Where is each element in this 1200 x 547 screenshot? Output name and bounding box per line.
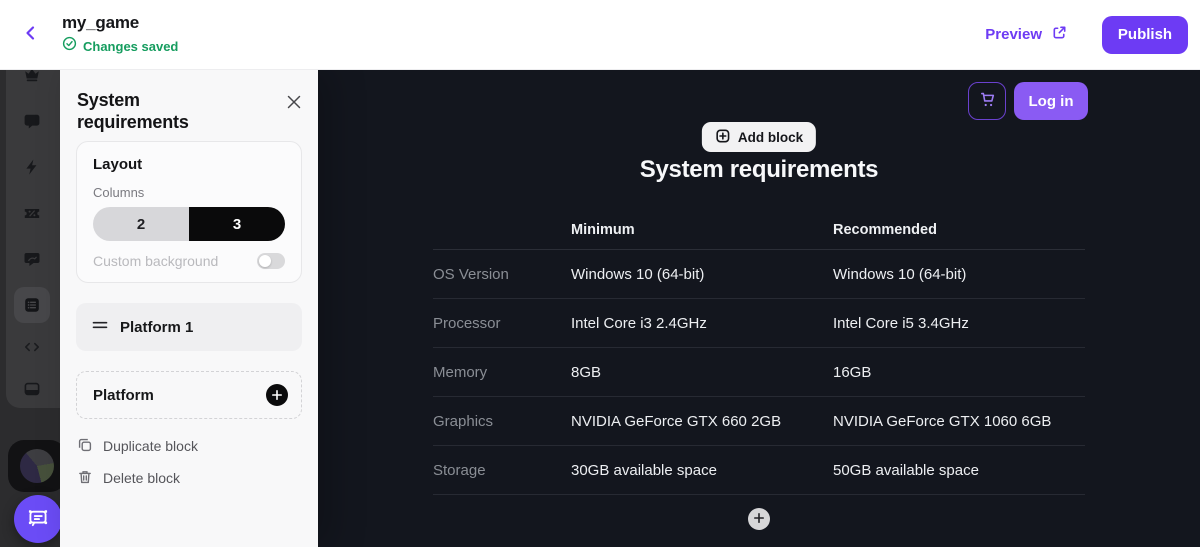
boost-icon: [23, 158, 41, 176]
table-row-memory: Memory 8GB 16GB: [433, 348, 1085, 397]
column-header-minimum: Minimum: [571, 222, 833, 238]
sidebar-item-blocks[interactable]: [14, 287, 50, 323]
chevron-left-icon: [22, 24, 40, 45]
panel-title: System requirements: [77, 89, 237, 133]
custom-background-label: Custom background: [93, 253, 218, 269]
columns-option-3-selected[interactable]: 3: [189, 207, 285, 241]
columns-segmented-control: 2 3: [93, 207, 285, 241]
user-avatar-box[interactable]: [8, 440, 60, 492]
embed-code-icon: [23, 338, 41, 356]
add-platform-label: Platform: [93, 387, 154, 404]
table-row-storage: Storage 30GB available space 50GB availa…: [433, 446, 1085, 495]
requirements-table: Minimum Recommended OS Version Windows 1…: [433, 210, 1085, 495]
sidebar-item-coupons[interactable]: [14, 195, 50, 231]
toggle-knob: [259, 255, 271, 267]
game-page-preview: Log in Add block System requirements Min…: [318, 70, 1200, 547]
row-label: Storage: [433, 462, 571, 479]
table-row-processor: Processor Intel Core i3 2.4GHz Intel Cor…: [433, 299, 1085, 348]
table-row-graphics: Graphics NVIDIA GeForce GTX 660 2GB NVID…: [433, 397, 1085, 446]
editor-window: my_game Changes saved Preview Publish: [0, 0, 1200, 547]
save-status-label: Changes saved: [83, 39, 178, 54]
sidebar-item-comments[interactable]: [14, 241, 50, 277]
sidebar-item-boost[interactable]: [14, 149, 50, 185]
row-label: Graphics: [433, 413, 571, 430]
page-title: my_game: [62, 13, 178, 33]
external-link-icon: [1051, 24, 1068, 45]
columns-option-2[interactable]: 2: [93, 207, 189, 241]
top-bar-actions: Preview Publish: [985, 16, 1188, 54]
comments-icon: [23, 250, 41, 268]
custom-background-row: Custom background: [93, 253, 285, 269]
row-recommended-value: NVIDIA GeForce GTX 1060 6GB: [833, 413, 1085, 430]
pages-icon: [23, 380, 41, 398]
close-panel-button[interactable]: [282, 91, 306, 115]
table-row-os-version: OS Version Windows 10 (64-bit) Windows 1…: [433, 250, 1085, 299]
settings-panel: System requirements Layout Columns 2 3 C…: [60, 70, 318, 547]
close-icon: [284, 92, 304, 115]
delete-block-button[interactable]: Delete block: [77, 467, 180, 489]
section-heading: System requirements: [318, 156, 1200, 184]
publish-button[interactable]: Publish: [1102, 16, 1188, 54]
plus-icon: [266, 384, 288, 406]
row-minimum-value: NVIDIA GeForce GTX 660 2GB: [571, 413, 833, 430]
row-recommended-value: Intel Core i5 3.4GHz: [833, 315, 1085, 332]
platform-item-label: Platform 1: [120, 319, 193, 336]
preview-label: Preview: [985, 26, 1042, 43]
row-recommended-value: 16GB: [833, 364, 1085, 381]
blocks-icon: [23, 296, 41, 314]
row-minimum-value: Windows 10 (64-bit): [571, 266, 833, 283]
shop-icon: [23, 70, 41, 84]
sidebar-item-pages[interactable]: [14, 371, 50, 407]
plus-square-icon: [715, 128, 731, 147]
custom-background-toggle[interactable]: [257, 253, 285, 269]
save-status: Changes saved: [62, 36, 178, 56]
sidebar-rail: [0, 70, 60, 547]
sidebar-item-chat[interactable]: [14, 103, 50, 139]
ticket-icon: [23, 204, 41, 222]
add-block-button[interactable]: Add block: [702, 122, 816, 152]
cart-button[interactable]: [968, 82, 1006, 120]
duplicate-block-label: Duplicate block: [103, 438, 198, 454]
column-header-recommended: Recommended: [833, 222, 1085, 238]
duplicate-icon: [77, 437, 93, 456]
add-block-label: Add block: [738, 130, 803, 145]
sidebar-item-embed[interactable]: [14, 329, 50, 365]
sidebar-item-shop[interactable]: [14, 70, 50, 93]
add-row-button[interactable]: [748, 508, 770, 530]
login-button[interactable]: Log in: [1014, 82, 1088, 120]
duplicate-block-button[interactable]: Duplicate block: [77, 435, 198, 457]
back-button[interactable]: [16, 20, 46, 50]
check-circle-icon: [62, 36, 77, 56]
top-bar: my_game Changes saved Preview Publish: [0, 0, 1200, 70]
cart-icon: [978, 90, 997, 112]
add-platform-button[interactable]: Platform: [76, 371, 302, 419]
drag-handle-icon: [92, 317, 108, 338]
chat-bubble-icon: [23, 112, 41, 130]
row-label: OS Version: [433, 266, 571, 283]
row-label: Processor: [433, 315, 571, 332]
row-minimum-value: 8GB: [571, 364, 833, 381]
row-recommended-value: 50GB available space: [833, 462, 1085, 479]
preview-link[interactable]: Preview: [985, 24, 1068, 45]
delete-block-label: Delete block: [103, 470, 180, 486]
title-block: my_game Changes saved: [62, 13, 178, 56]
row-label: Memory: [433, 364, 571, 381]
row-recommended-value: Windows 10 (64-bit): [833, 266, 1085, 283]
chat-widget-button[interactable]: [14, 495, 60, 543]
plus-icon: [753, 512, 765, 527]
layout-card-title: Layout: [93, 156, 285, 173]
avatar: [20, 449, 54, 483]
table-header-row: Minimum Recommended: [433, 210, 1085, 250]
chat-widget-icon: [25, 505, 51, 534]
platform-item[interactable]: Platform 1: [76, 303, 302, 351]
trash-icon: [77, 469, 93, 488]
row-minimum-value: Intel Core i3 2.4GHz: [571, 315, 833, 332]
layout-card: Layout Columns 2 3 Custom background: [76, 141, 302, 283]
row-minimum-value: 30GB available space: [571, 462, 833, 479]
columns-label: Columns: [93, 185, 285, 200]
